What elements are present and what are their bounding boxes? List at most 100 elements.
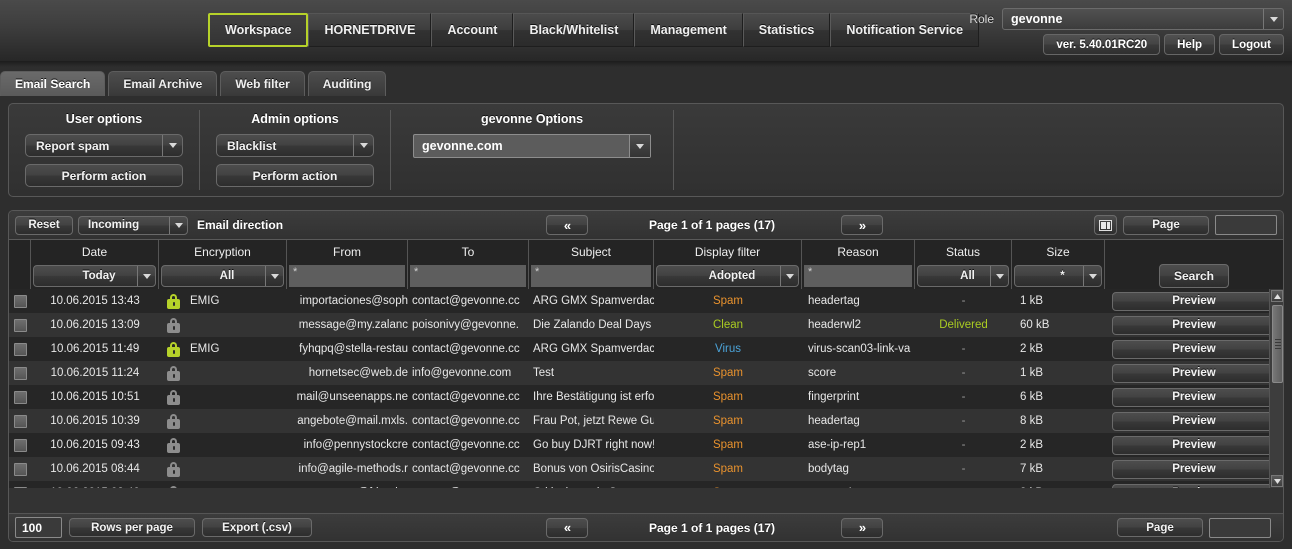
reset-button[interactable]: Reset xyxy=(15,215,73,235)
nav-item-black-whitelist[interactable]: Black/Whitelist xyxy=(513,13,635,47)
cell-preview: Preview xyxy=(1105,409,1283,433)
nav-item-account[interactable]: Account xyxy=(431,13,514,47)
chevron-down-icon[interactable] xyxy=(1263,9,1283,29)
preview-button[interactable]: Preview xyxy=(1112,411,1276,431)
preview-button[interactable]: Preview xyxy=(1112,291,1276,311)
role-select[interactable]: gevonne xyxy=(1002,8,1284,30)
chevron-down-icon[interactable] xyxy=(265,266,283,286)
page-button-bottom[interactable]: Page xyxy=(1117,518,1203,537)
scrollbar-thumb[interactable] xyxy=(1272,305,1283,383)
table-row[interactable]: 10.06.2015 09:43 info@pennystockcre contac… xyxy=(9,433,1283,457)
preview-button[interactable]: Preview xyxy=(1112,387,1276,407)
main-navigation: Workspace HORNETDRIVE Account Black/Whiteli… xyxy=(208,13,980,47)
row-checkbox[interactable] xyxy=(13,414,27,428)
next-page-icon[interactable]: » xyxy=(841,517,883,538)
export-csv-button[interactable]: Export (.csv) xyxy=(202,518,312,537)
to-filter-input[interactable]: * xyxy=(410,265,526,287)
from-filter-input[interactable]: * xyxy=(289,265,405,287)
row-checkbox[interactable] xyxy=(13,390,27,404)
scroll-down-icon[interactable] xyxy=(1271,475,1283,487)
page-input-bottom[interactable] xyxy=(1209,517,1271,538)
row-checkbox[interactable] xyxy=(13,342,27,356)
search-button[interactable]: Search xyxy=(1159,264,1229,288)
rows-per-page-button[interactable]: Rows per page xyxy=(69,518,195,537)
cell-display-filter: Spam xyxy=(712,439,744,451)
table-row[interactable]: 10.06.2015 11:49 EMIG fyhqpq@stella-restau… xyxy=(9,337,1283,361)
prev-page-button-bottom[interactable]: « xyxy=(546,517,588,538)
preview-button[interactable]: Preview xyxy=(1112,315,1276,335)
chevron-down-icon[interactable] xyxy=(780,266,798,286)
row-checkbox[interactable] xyxy=(13,438,27,452)
preview-button[interactable]: Preview xyxy=(1112,459,1276,479)
row-checkbox[interactable] xyxy=(13,366,27,380)
prev-page-icon[interactable]: « xyxy=(546,215,588,235)
nav-item-management[interactable]: Management xyxy=(634,13,743,47)
table-row[interactable]: 10.06.2015 08:40 nnnnnnnnte@frienderconta… xyxy=(9,481,1283,488)
table-row[interactable]: 10.06.2015 11:24 hornetsec@web.de info@gev… xyxy=(9,361,1283,385)
domain-select[interactable]: gevonne.com xyxy=(413,134,651,158)
chevron-down-icon[interactable] xyxy=(990,266,1008,286)
cell-reason: fingerprint xyxy=(808,391,860,403)
version-button[interactable]: ver. 5.40.01RC20 xyxy=(1043,34,1161,55)
table-row[interactable]: 10.06.2015 10:51 mail@unseenapps.ne contac… xyxy=(9,385,1283,409)
preview-button[interactable]: Preview xyxy=(1112,339,1276,359)
domain-options-title: gevonne Options xyxy=(480,112,584,126)
tab-email-search[interactable]: Email Search xyxy=(0,71,106,96)
tab-auditing[interactable]: Auditing xyxy=(307,71,387,96)
logout-button[interactable]: Logout xyxy=(1219,34,1284,55)
size-filter-select[interactable]: * xyxy=(1014,265,1102,287)
chevron-down-icon[interactable] xyxy=(162,135,182,156)
vertical-scrollbar[interactable] xyxy=(1269,289,1283,488)
prev-page-icon[interactable]: « xyxy=(546,517,588,538)
tab-web-filter[interactable]: Web filter xyxy=(220,71,305,96)
help-button[interactable]: Help xyxy=(1164,34,1216,55)
nav-item-statistics[interactable]: Statistics xyxy=(742,13,831,47)
row-checkbox[interactable] xyxy=(13,462,27,476)
chevron-down-icon[interactable] xyxy=(137,266,155,286)
prev-page-button-top[interactable]: « xyxy=(546,215,588,235)
user-perform-action-button[interactable]: Perform action xyxy=(25,164,183,187)
preview-button[interactable]: Preview xyxy=(1112,483,1276,488)
display-filter-select[interactable]: Adopted xyxy=(656,265,799,287)
rows-per-page-input[interactable]: 100 xyxy=(15,517,62,538)
user-options-select[interactable]: Report spam xyxy=(25,134,183,157)
reason-filter-input[interactable]: * xyxy=(804,265,912,287)
row-checkbox[interactable] xyxy=(13,486,27,488)
page-button-top[interactable]: Page xyxy=(1123,215,1209,235)
preview-button[interactable]: Preview xyxy=(1112,363,1276,383)
sub-tabs: Email Search Email Archive Web filter Audit… xyxy=(0,70,389,96)
chevron-down-icon[interactable] xyxy=(169,216,187,234)
row-checkbox[interactable] xyxy=(13,318,27,332)
admin-options-title: Admin options xyxy=(251,112,339,126)
page-input-top[interactable] xyxy=(1215,215,1277,235)
nav-item-workspace[interactable]: Workspace xyxy=(208,13,309,47)
status-filter-select[interactable]: All xyxy=(917,265,1009,287)
email-direction-select[interactable]: Incoming xyxy=(78,215,188,235)
date-filter-select[interactable]: Today xyxy=(33,265,156,287)
row-checkbox[interactable] xyxy=(13,294,27,308)
table-row[interactable]: 10.06.2015 13:43 EMIG importaciones@soph co… xyxy=(9,289,1283,313)
chevron-down-icon[interactable] xyxy=(629,135,650,157)
chevron-down-icon[interactable] xyxy=(1083,266,1101,286)
panel-layout-icon[interactable] xyxy=(1094,215,1117,235)
lock-icon xyxy=(167,485,180,488)
encryption-filter-select[interactable]: All xyxy=(161,265,284,287)
table-row[interactable]: 10.06.2015 08:44 info@agile-methods.r cont… xyxy=(9,457,1283,481)
table-row[interactable]: 10.06.2015 13:09 message@my.zalanc poisoni… xyxy=(9,313,1283,337)
admin-options-select[interactable]: Blacklist xyxy=(216,134,374,157)
next-page-button-top[interactable]: » xyxy=(841,215,883,235)
chevron-down-icon[interactable] xyxy=(353,135,373,156)
email-direction-value: Incoming xyxy=(88,219,140,231)
subject-filter-input[interactable]: * xyxy=(531,265,651,287)
preview-button[interactable]: Preview xyxy=(1112,435,1276,455)
cell-reason: headertag xyxy=(808,295,860,307)
next-page-icon[interactable]: » xyxy=(841,215,883,235)
nav-item-notification-service[interactable]: Notification Service xyxy=(830,13,980,47)
admin-perform-action-button[interactable]: Perform action xyxy=(216,164,374,187)
tab-email-archive[interactable]: Email Archive xyxy=(108,71,218,96)
next-page-button-bottom[interactable]: » xyxy=(841,517,883,538)
scroll-up-icon[interactable] xyxy=(1271,290,1283,302)
nav-item-hornetdrive[interactable]: HORNETDRIVE xyxy=(308,13,432,47)
table-row[interactable]: 10.06.2015 10:39 angebote@mail.mxls. conta… xyxy=(9,409,1283,433)
column-header-to: To xyxy=(408,240,529,263)
